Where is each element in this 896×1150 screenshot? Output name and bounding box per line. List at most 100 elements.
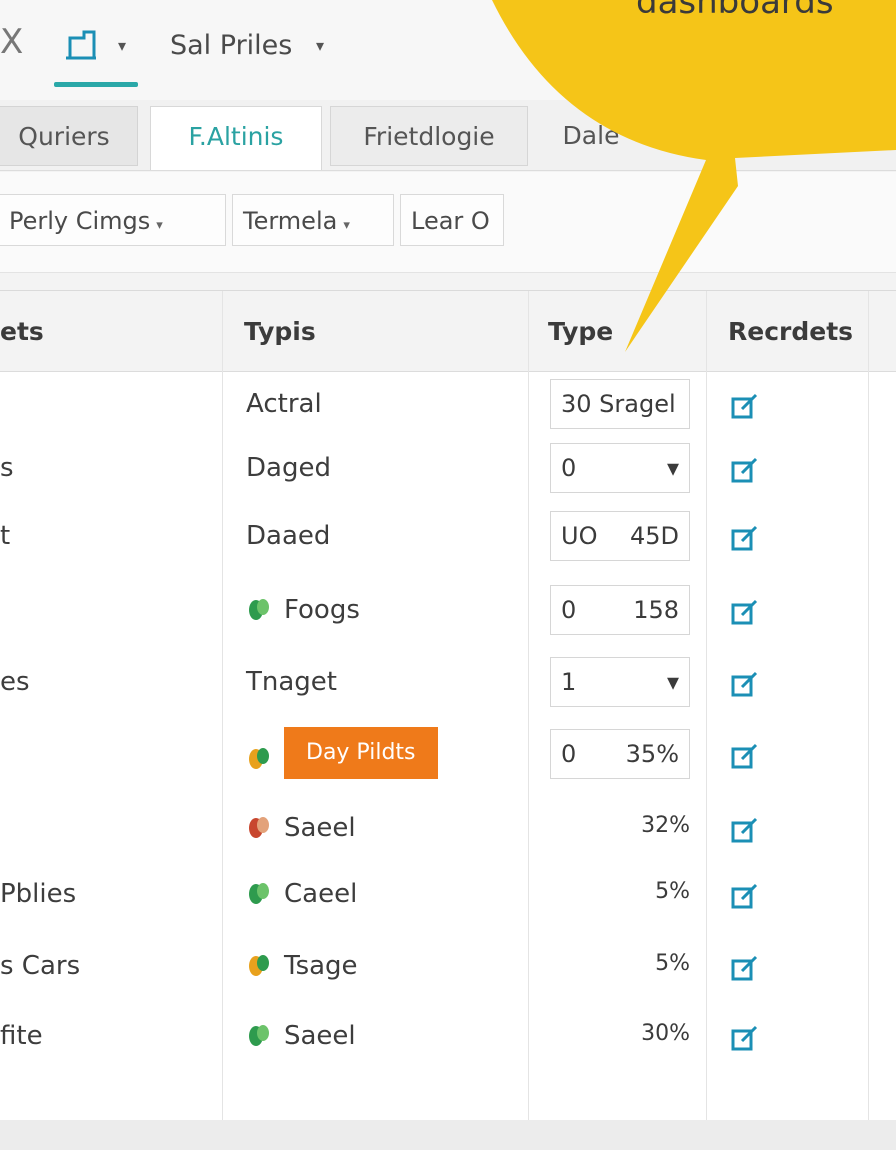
row-name: es — [0, 667, 30, 697]
chevron-down-icon: ▾ — [156, 218, 163, 233]
type-label: Daaed — [246, 521, 331, 551]
filter-button-3[interactable]: Lear O — [400, 194, 504, 246]
chevron-down-icon: ▾ — [343, 218, 350, 233]
row-name: fite — [0, 1021, 43, 1051]
tab-faltinis[interactable]: F.Altinis — [150, 106, 322, 170]
type-label: Tsage — [284, 951, 358, 981]
column-header-typis[interactable]: Typis — [244, 317, 316, 346]
row-type: Foogs — [246, 595, 360, 625]
column-header-records[interactable]: Recrdets — [728, 317, 853, 346]
table-row[interactable]: es Tnaget 1 ▾ — [0, 651, 896, 719]
filter-bar: Perly Cimgs ▾ Termela ▾ Lear O — [0, 172, 896, 273]
row-type: Daged — [246, 453, 331, 483]
value-right: 35% — [625, 740, 679, 768]
table-row[interactable]: s Daged 0 ▾ — [0, 437, 896, 505]
app-window: X ▾ Sal Priles ▾ Quriers F.Altinis Friet… — [0, 0, 896, 1150]
value-left: 0 — [561, 740, 577, 768]
type-label: Foogs — [284, 595, 360, 625]
document-edit-icon[interactable] — [60, 28, 104, 64]
type-label: Saeel — [284, 813, 356, 843]
value-left: 0 — [561, 454, 577, 482]
value-field[interactable]: 0 35% — [550, 729, 690, 779]
value-field[interactable]: 1 ▾ — [550, 657, 690, 707]
row-type: Day Pildts — [246, 727, 438, 779]
value-left: 1 — [561, 668, 577, 696]
value-percent: 30% — [641, 1021, 690, 1046]
column-header-type[interactable]: Type — [548, 317, 613, 346]
row-name: Pblies — [0, 879, 77, 909]
table-row[interactable]: Actral 30 Sragel — [0, 373, 896, 441]
value-field[interactable]: 0 ▾ — [550, 443, 690, 493]
edit-record-icon[interactable] — [730, 1023, 760, 1053]
edit-record-icon[interactable] — [730, 953, 760, 983]
red-leaf-icon — [249, 817, 269, 838]
edit-record-icon[interactable] — [730, 523, 760, 553]
edit-record-icon[interactable] — [730, 669, 760, 699]
filter-label: Termela — [243, 207, 338, 235]
edit-record-icon[interactable] — [730, 597, 760, 627]
row-name: s Cars — [0, 951, 81, 981]
status-badge[interactable]: Day Pildts — [284, 727, 438, 779]
close-icon[interactable]: X — [0, 22, 23, 62]
table-row[interactable]: Pblies Caeel 5% — [0, 863, 896, 931]
row-type: Caeel — [246, 879, 357, 909]
value-field[interactable]: UO 45D — [550, 511, 690, 561]
edit-record-icon[interactable] — [730, 455, 760, 485]
type-label: Daged — [246, 453, 331, 483]
data-table: ets Typis Type Recrdets Actral 30 Sragel s… — [0, 290, 896, 1121]
row-name: t — [0, 521, 11, 551]
status-bar — [0, 1120, 896, 1150]
type-label: Tnaget — [246, 667, 337, 697]
chevron-down-icon: ▾ — [666, 668, 679, 696]
green-leaf-icon — [249, 1025, 269, 1046]
table-row[interactable]: s Cars Tsage 5% — [0, 935, 896, 1003]
table-header: ets Typis Type Recrdets — [0, 291, 896, 372]
tab-bar: Quriers F.Altinis Frietdlogie Dale — [0, 100, 896, 171]
callout-text: dashboards — [636, 0, 834, 22]
value-left: 30 Sragel — [561, 390, 676, 418]
filter-label: Lear O — [411, 207, 490, 235]
tab-dale[interactable]: Dale — [536, 106, 646, 166]
tab-frietdlogie[interactable]: Frietdlogie — [330, 106, 528, 166]
multicolor-leaf-icon — [249, 955, 269, 976]
edit-record-icon[interactable] — [730, 391, 760, 421]
type-label: Actral — [246, 389, 322, 419]
value-right: 158 — [633, 596, 679, 624]
value-percent: 5% — [655, 879, 690, 904]
table-row[interactable]: fite Saeel 30% — [0, 1005, 896, 1073]
active-tool-indicator — [54, 82, 138, 87]
row-type: Tsage — [246, 951, 358, 981]
chevron-down-icon: ▾ — [666, 454, 679, 482]
value-right: 45D — [629, 522, 679, 550]
chevron-down-icon[interactable]: ▾ — [118, 36, 126, 55]
filter-label: Perly Cimgs — [9, 207, 151, 235]
edit-record-icon[interactable] — [730, 815, 760, 845]
edit-record-icon[interactable] — [730, 741, 760, 771]
row-type: Daaed — [246, 521, 330, 551]
green-leaf-icon — [249, 883, 269, 904]
value-left: UO — [561, 522, 598, 550]
row-type: Actral — [246, 389, 322, 419]
column-header-name[interactable]: ets — [0, 317, 44, 346]
tab-quriers[interactable]: Quriers — [0, 106, 138, 166]
row-name: s — [0, 453, 14, 483]
value-percent: 5% — [655, 951, 690, 976]
value-field[interactable]: 30 Sragel — [550, 379, 690, 429]
table-row[interactable]: Foogs 0 158 — [0, 579, 896, 647]
filter-dropdown-2[interactable]: Termela ▾ — [232, 194, 394, 246]
multicolor-leaf-icon — [249, 747, 269, 769]
chevron-down-icon[interactable]: ▾ — [316, 36, 324, 55]
file-menu-button[interactable]: Sal Priles — [170, 30, 292, 61]
row-type: Saeel — [246, 813, 356, 843]
table-row[interactable]: Saeel 32% — [0, 797, 896, 865]
value-left: 0 — [561, 596, 577, 624]
table-row[interactable]: Day Pildts 0 35% — [0, 723, 896, 791]
value-percent: 32% — [641, 813, 690, 838]
type-label: Saeel — [284, 1021, 356, 1051]
filter-dropdown-1[interactable]: Perly Cimgs ▾ — [0, 194, 226, 246]
type-label: Caeel — [284, 879, 358, 909]
value-field[interactable]: 0 158 — [550, 585, 690, 635]
table-row[interactable]: t Daaed UO 45D — [0, 505, 896, 573]
edit-record-icon[interactable] — [730, 881, 760, 911]
green-leaf-icon — [249, 599, 269, 620]
